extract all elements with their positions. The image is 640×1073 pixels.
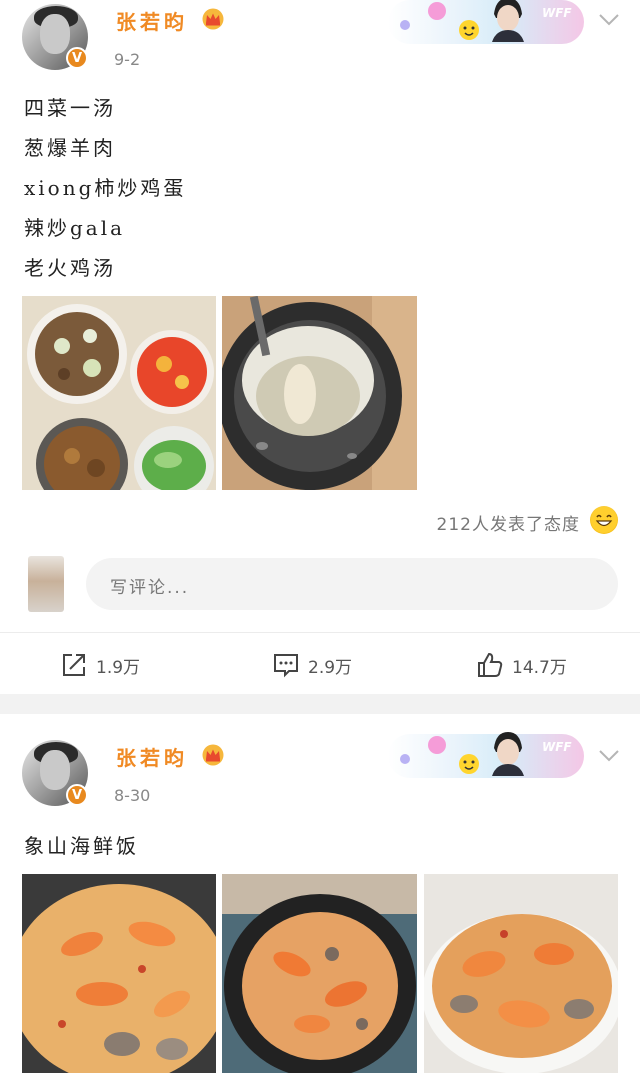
feed-post: V 张若昀 8-30 WFF 象山海鲜饭 (0, 714, 640, 1073)
crown-icon (202, 744, 224, 766)
portrait-icon (492, 0, 524, 42)
like-count: 14.7万 (512, 657, 567, 678)
comment-placeholder: 写评论... (110, 578, 190, 598)
seafood-paella-photo-3[interactable] (424, 874, 618, 1073)
share-button[interactable]: 1.9万 (60, 651, 140, 679)
seafood-paella-photo-1[interactable] (22, 874, 216, 1073)
mascot-icon (459, 754, 479, 774)
chevron-down-icon[interactable] (596, 6, 622, 32)
feed-post: V 张若昀 9-2 WFF 四菜一汤 葱爆羊肉 xiong柿炒鸡蛋 辣炒gala… (0, 0, 640, 694)
thumbs-up-icon (478, 652, 503, 677)
username[interactable]: 张若昀 (116, 6, 188, 35)
post-date: 8-30 (114, 786, 151, 805)
decor-ball (400, 20, 410, 30)
verified-badge: V (66, 784, 88, 806)
fan-banner[interactable]: WFF (388, 732, 584, 778)
banner-label: WFF (542, 6, 572, 20)
banner-label: WFF (542, 740, 572, 754)
reactions-summary[interactable]: 212人发表了态度 (437, 510, 580, 535)
fan-banner[interactable]: WFF (388, 0, 584, 44)
mascot-icon (459, 20, 479, 40)
comment-count: 2.9万 (308, 657, 353, 678)
post-text-line: 四菜一汤 (24, 96, 116, 120)
post-text-line: 葱爆羊肉 (24, 136, 116, 160)
chicken-soup-pot-photo[interactable] (222, 296, 417, 490)
post-text-line: 老火鸡汤 (24, 256, 116, 280)
current-user-avatar (28, 556, 64, 612)
comment-input[interactable]: 写评论... (86, 558, 618, 610)
share-count: 1.9万 (96, 657, 141, 678)
portrait-icon (492, 732, 524, 776)
four-dishes-photo[interactable] (22, 296, 216, 490)
post-separator (0, 694, 640, 714)
comment-button[interactable]: 2.9万 (272, 651, 352, 679)
comment-icon (274, 654, 298, 678)
post-text-line: xiong柿炒鸡蛋 (24, 176, 187, 200)
laughing-emoji-icon[interactable] (590, 506, 618, 534)
decor-ball (428, 2, 446, 20)
share-icon (63, 654, 85, 676)
like-button[interactable]: 14.7万 (476, 651, 567, 679)
username[interactable]: 张若昀 (116, 742, 188, 771)
verified-badge: V (66, 47, 88, 69)
crown-icon (202, 8, 224, 30)
action-bar: 1.9万 2.9万 14.7万 (0, 632, 640, 695)
decor-ball (400, 754, 410, 764)
chevron-down-icon[interactable] (596, 742, 622, 768)
post-text-line: 象山海鲜饭 (24, 834, 139, 858)
post-text-line: 辣炒gala (24, 216, 126, 240)
post-date: 9-2 (114, 50, 141, 69)
seafood-paella-photo-2[interactable] (222, 874, 417, 1073)
decor-ball (428, 736, 446, 754)
